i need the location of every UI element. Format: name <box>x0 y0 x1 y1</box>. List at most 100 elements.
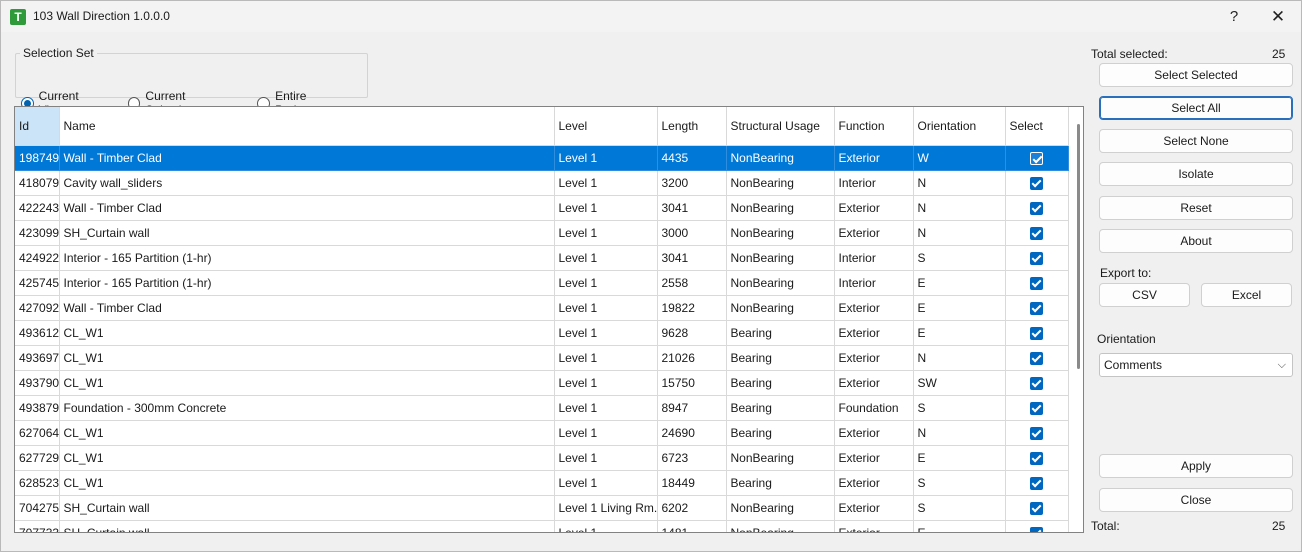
isolate-button[interactable]: Isolate <box>1099 162 1293 186</box>
select-checkbox[interactable] <box>1030 526 1043 532</box>
table-row[interactable]: 198749 Wall - Timber Clad Level 1 4435 NonBe… <box>15 145 1069 171</box>
column-header-name[interactable]: Name <box>59 107 555 146</box>
cell-orientation: N <box>913 220 1006 246</box>
cell-level: Level 1 <box>554 420 658 446</box>
table-row[interactable]: 628523 CL_W1 Level 1 18449 Bearing Exterior S <box>15 470 1069 496</box>
apply-button[interactable]: Apply <box>1099 454 1293 478</box>
table-row[interactable]: 493612 CL_W1 Level 1 9628 Bearing Exterior E <box>15 320 1069 346</box>
cell-orientation: N <box>913 345 1006 371</box>
reset-button[interactable]: Reset <box>1099 196 1293 220</box>
cell-select[interactable] <box>1005 270 1069 296</box>
column-header-select[interactable]: Select <box>1005 107 1069 146</box>
cell-select[interactable] <box>1005 495 1069 521</box>
select-checkbox[interactable] <box>1030 401 1043 415</box>
close-window-button[interactable]: ✕ <box>1255 1 1301 32</box>
column-header-function[interactable]: Function <box>834 107 914 146</box>
table-row[interactable]: 627729 CL_W1 Level 1 6723 NonBearing Exterior… <box>15 445 1069 471</box>
select-checkbox[interactable] <box>1030 201 1043 215</box>
table-row[interactable]: 422243 Wall - Timber Clad Level 1 3041 NonBe… <box>15 195 1069 221</box>
cell-select[interactable] <box>1005 370 1069 396</box>
cell-length: 1481 <box>657 520 727 532</box>
select-checkbox[interactable] <box>1030 151 1043 165</box>
table-row[interactable]: 424922 Interior - 165 Partition (1-hr) Lev… <box>15 245 1069 271</box>
export-excel-button[interactable]: Excel <box>1201 283 1292 307</box>
cell-structural-usage: Bearing <box>726 370 835 396</box>
cell-level: Level 1 <box>554 195 658 221</box>
select-selected-button[interactable]: Select Selected <box>1099 63 1293 87</box>
table-row[interactable]: 427092 Wall - Timber Clad Level 1 19822 NonB… <box>15 295 1069 321</box>
select-checkbox[interactable] <box>1030 226 1043 240</box>
vertical-scrollbar[interactable] <box>1077 124 1080 369</box>
select-checkbox[interactable] <box>1030 476 1043 490</box>
table-row[interactable]: 418079 Cavity wall_sliders Level 1 3200 NonB… <box>15 170 1069 196</box>
select-checkbox[interactable] <box>1030 501 1043 515</box>
table-row[interactable]: 627064 CL_W1 Level 1 24690 Bearing Exterior N <box>15 420 1069 446</box>
column-header-orientation[interactable]: Orientation <box>913 107 1006 146</box>
column-header-id[interactable]: Id <box>15 107 60 146</box>
cell-select[interactable] <box>1005 220 1069 246</box>
select-checkbox[interactable] <box>1030 351 1043 365</box>
cell-select[interactable] <box>1005 245 1069 271</box>
select-all-button[interactable]: Select All <box>1099 96 1293 120</box>
help-button[interactable]: ? <box>1211 1 1257 32</box>
select-none-button[interactable]: Select None <box>1099 129 1293 153</box>
cell-select[interactable] <box>1005 470 1069 496</box>
cell-level: Level 1 <box>554 145 658 171</box>
column-header-structural-usage[interactable]: Structural Usage <box>726 107 835 146</box>
cell-select[interactable] <box>1005 295 1069 321</box>
cell-level: Level 1 <box>554 295 658 321</box>
cell-structural-usage: NonBearing <box>726 520 835 532</box>
about-button[interactable]: About <box>1099 229 1293 253</box>
cell-level: Level 1 <box>554 520 658 532</box>
select-checkbox[interactable] <box>1030 376 1043 390</box>
cell-select[interactable] <box>1005 145 1069 171</box>
cell-select[interactable] <box>1005 420 1069 446</box>
walls-data-grid[interactable]: Id Name Level Length Structural Usage Functio… <box>14 106 1084 533</box>
select-checkbox[interactable] <box>1030 451 1043 465</box>
select-checkbox[interactable] <box>1030 251 1043 265</box>
table-row[interactable]: 493790 CL_W1 Level 1 15750 Bearing Exterior SW <box>15 370 1069 396</box>
cell-orientation: SW <box>913 370 1006 396</box>
cell-select[interactable] <box>1005 195 1069 221</box>
cell-function: Exterior <box>834 470 914 496</box>
cell-id: 493612 <box>15 320 60 346</box>
select-checkbox[interactable] <box>1030 176 1043 190</box>
select-checkbox[interactable] <box>1030 326 1043 340</box>
select-checkbox[interactable] <box>1030 276 1043 290</box>
orientation-select-value: Comments <box>1104 358 1163 372</box>
table-row[interactable]: 423099 SH_Curtain wall Level 1 3000 NonBeari… <box>15 220 1069 246</box>
cell-orientation: W <box>913 145 1006 171</box>
cell-length: 18449 <box>657 470 727 496</box>
cell-select[interactable] <box>1005 445 1069 471</box>
column-header-length[interactable]: Length <box>657 107 727 146</box>
table-row[interactable]: 707733 SH_Curtain wall Level 1 1481 NonBeari… <box>15 520 1069 532</box>
cell-id: 707733 <box>15 520 60 532</box>
cell-select[interactable] <box>1005 170 1069 196</box>
cell-structural-usage: NonBearing <box>726 295 835 321</box>
cell-structural-usage: NonBearing <box>726 445 835 471</box>
cell-name: Wall - Timber Clad <box>59 195 555 221</box>
cell-select[interactable] <box>1005 395 1069 421</box>
cell-level: Level 1 <box>554 245 658 271</box>
cell-id: 627064 <box>15 420 60 446</box>
cell-length: 6202 <box>657 495 727 521</box>
title-bar[interactable]: T 103 Wall Direction 1.0.0.0 ? ✕ <box>1 1 1301 32</box>
orientation-select[interactable]: Comments ⌵ <box>1099 353 1293 377</box>
cell-orientation: E <box>913 445 1006 471</box>
select-checkbox[interactable] <box>1030 426 1043 440</box>
export-csv-button[interactable]: CSV <box>1099 283 1190 307</box>
cell-select[interactable] <box>1005 520 1069 532</box>
cell-function: Exterior <box>834 320 914 346</box>
cell-function: Exterior <box>834 345 914 371</box>
select-checkbox[interactable] <box>1030 301 1043 315</box>
cell-name: SH_Curtain wall <box>59 520 555 532</box>
table-row[interactable]: 493879 Foundation - 300mm Concrete Level 1… <box>15 395 1069 421</box>
table-row[interactable]: 704275 SH_Curtain wall Level 1 Living Rm. 6… <box>15 495 1069 521</box>
cell-function: Interior <box>834 245 914 271</box>
column-header-level[interactable]: Level <box>554 107 658 146</box>
cell-select[interactable] <box>1005 320 1069 346</box>
table-row[interactable]: 493697 CL_W1 Level 1 21026 Bearing Exterior N <box>15 345 1069 371</box>
table-row[interactable]: 425745 Interior - 165 Partition (1-hr) Lev… <box>15 270 1069 296</box>
cell-select[interactable] <box>1005 345 1069 371</box>
close-button[interactable]: Close <box>1099 488 1293 512</box>
